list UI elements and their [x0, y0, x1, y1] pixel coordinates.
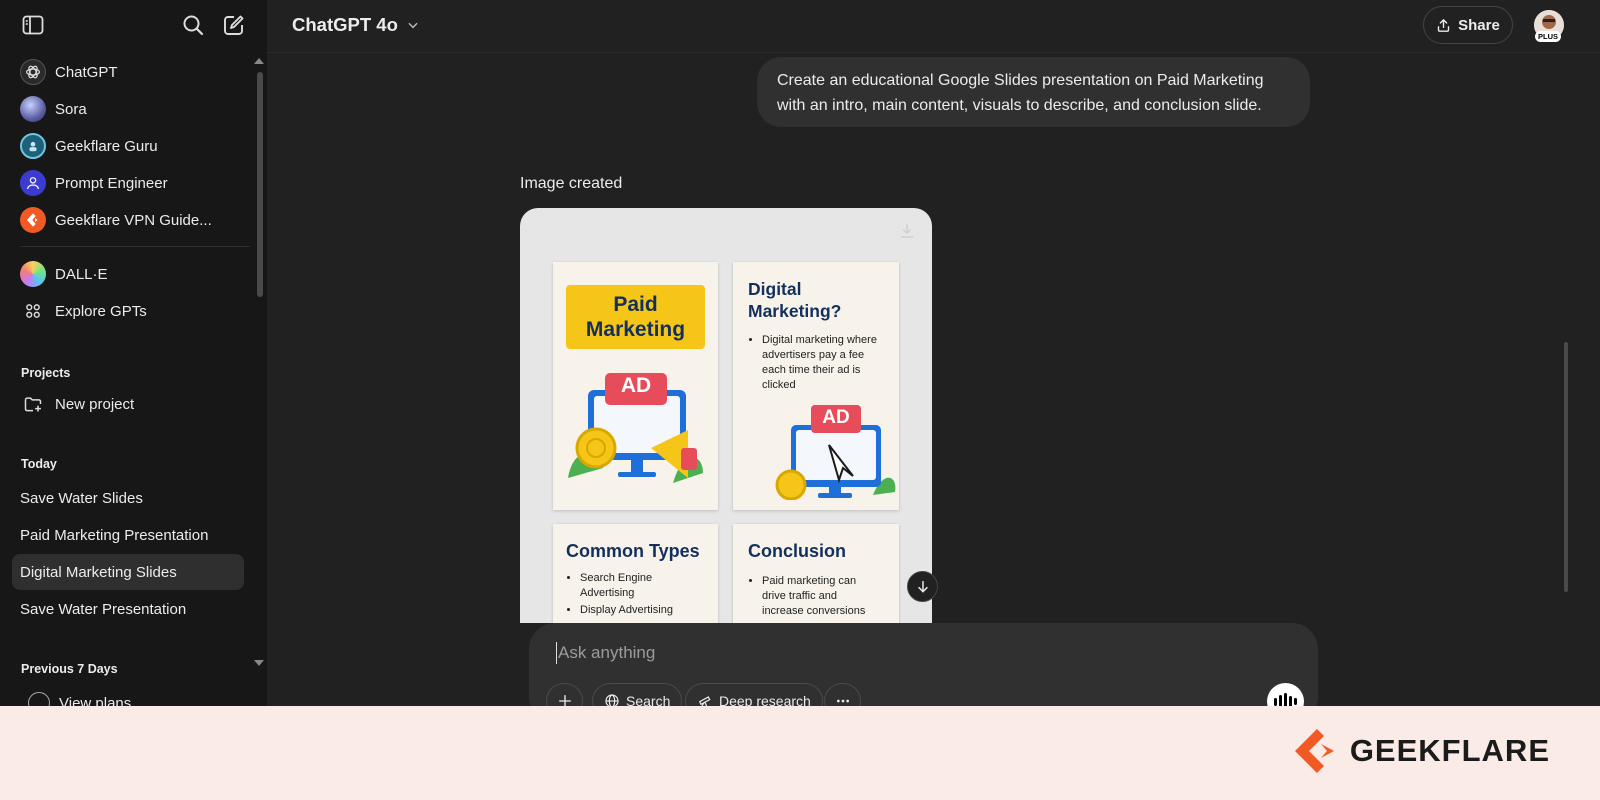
slide-common-types: Common Types Search Engine Advertising D…	[553, 524, 718, 623]
slide-intro: Paid Marketing AD	[553, 262, 718, 510]
conversation-item[interactable]: Save Water Presentation	[12, 591, 244, 627]
slide-bullets: Digital marketing where advertisers pay …	[748, 333, 878, 393]
previous-7-days-heading: Previous 7 Days	[21, 662, 118, 676]
sidebar-header	[0, 0, 267, 52]
new-project-button[interactable]: New project	[12, 386, 244, 422]
dalle-icon	[20, 261, 46, 287]
slide-title: Conclusion	[748, 541, 846, 561]
slide-title: Common Types	[566, 541, 700, 561]
chat-scrollbar[interactable]	[1564, 342, 1568, 592]
share-label: Share	[1458, 16, 1500, 34]
grid-icon	[20, 298, 46, 324]
sidebar: ChatGPT Sora Geekflare Guru Prompt Engin…	[0, 0, 267, 720]
slide-title: Paid Marketing	[585, 293, 686, 341]
geekflare-logo-icon	[1294, 729, 1334, 773]
sidebar-item-label: ChatGPT	[55, 63, 118, 81]
slide-definition: Digital Marketing? Digital marketing whe…	[733, 262, 899, 510]
slide-bullets: Search Engine Advertising Display Advert…	[566, 571, 706, 618]
conversation-title: Paid Marketing Presentation	[20, 526, 209, 544]
toggle-sidebar-icon[interactable]	[20, 12, 46, 38]
share-icon	[1437, 18, 1450, 32]
scroll-up-arrow-icon[interactable]	[254, 58, 264, 64]
sidebar-item-explore-gpts[interactable]: Explore GPTs	[12, 293, 244, 329]
sidebar-item-label: Prompt Engineer	[55, 174, 168, 192]
voice-bar	[1274, 697, 1277, 706]
arrow-down-icon	[917, 580, 928, 593]
sora-icon	[20, 96, 46, 122]
sidebar-item-geekflare-vpn[interactable]: Geekflare VPN Guide...	[12, 202, 244, 238]
geekflare-logo-icon	[20, 207, 46, 233]
projects-heading: Projects	[21, 366, 71, 380]
watermark-band: GEEKFLARE	[0, 706, 1600, 800]
slide-title: Digital Marketing?	[748, 279, 842, 321]
brand-name: GEEKFLARE	[1349, 733, 1550, 768]
slide-bullet: Digital marketing where advertisers pay …	[762, 333, 878, 393]
conversation-item[interactable]: Save Water Slides	[12, 480, 244, 516]
ad-label: AD	[620, 374, 652, 397]
sidebar-item-prompt-engineer[interactable]: Prompt Engineer	[12, 165, 244, 201]
search-icon[interactable]	[180, 12, 206, 38]
folder-plus-icon	[20, 391, 46, 417]
message-input[interactable]: Ask anything	[556, 642, 655, 664]
conversation-title: Digital Marketing Slides	[20, 563, 177, 581]
scroll-down-arrow-icon[interactable]	[254, 660, 264, 666]
slide-conclusion: Conclusion Paid marketing can drive traf…	[733, 524, 899, 623]
sidebar-item-label: DALL·E	[55, 265, 108, 283]
conversation-item[interactable]: Paid Marketing Presentation	[12, 517, 244, 553]
chevron-down-icon	[408, 22, 418, 29]
geekflare-brand: GEEKFLARE	[1294, 728, 1550, 774]
conversation-title: Save Water Slides	[20, 489, 143, 507]
today-heading: Today	[21, 457, 57, 471]
voice-bar	[1294, 698, 1297, 705]
sidebar-item-dalle[interactable]: DALL·E	[12, 256, 244, 292]
sidebar-item-chatgpt[interactable]: ChatGPT	[12, 54, 244, 90]
sidebar-item-sora[interactable]: Sora	[12, 91, 244, 127]
prompt-engineer-icon	[20, 170, 46, 196]
user-message-bubble: Create an educational Google Slides pres…	[757, 57, 1310, 127]
sidebar-item-label: Geekflare Guru	[55, 137, 158, 155]
image-created-label: Image created	[520, 175, 623, 192]
slide-bullet: Paid marketing can drive traffic and inc…	[762, 574, 868, 619]
new-project-label: New project	[55, 395, 135, 413]
openai-logo-icon	[20, 59, 46, 85]
conversation-title: Save Water Presentation	[20, 600, 187, 618]
sidebar-item-label: Geekflare VPN Guide...	[55, 211, 212, 229]
geekflare-guru-icon	[20, 133, 46, 159]
new-chat-icon[interactable]	[221, 12, 247, 38]
download-icon[interactable]	[898, 222, 916, 245]
scroll-to-bottom-button[interactable]	[907, 571, 938, 602]
model-name: ChatGPT 4o	[292, 14, 398, 35]
slide-bullet: Display Advertising	[580, 603, 706, 618]
sidebar-divider	[20, 246, 250, 247]
sidebar-scrollbar[interactable]	[257, 72, 263, 297]
sidebar-item-label: Explore GPTs	[55, 302, 147, 320]
conversation-item-active[interactable]: Digital Marketing Slides	[12, 554, 244, 590]
slide-bullet: Search Engine Advertising	[580, 571, 706, 601]
share-button[interactable]: Share	[1423, 6, 1513, 44]
generated-image[interactable]: Paid Marketing AD Digital Marketing? Dig…	[520, 208, 932, 623]
top-header: ChatGPT 4o Share PLUS	[267, 0, 1600, 53]
model-selector[interactable]: ChatGPT 4o	[292, 14, 420, 36]
sidebar-item-geekflare-guru[interactable]: Geekflare Guru	[12, 128, 244, 164]
sidebar-item-label: Sora	[55, 100, 87, 118]
slide-bullets: Paid marketing can drive traffic and inc…	[748, 574, 868, 619]
plus-badge: PLUS	[1535, 31, 1562, 42]
ad-label: AD	[822, 407, 850, 428]
